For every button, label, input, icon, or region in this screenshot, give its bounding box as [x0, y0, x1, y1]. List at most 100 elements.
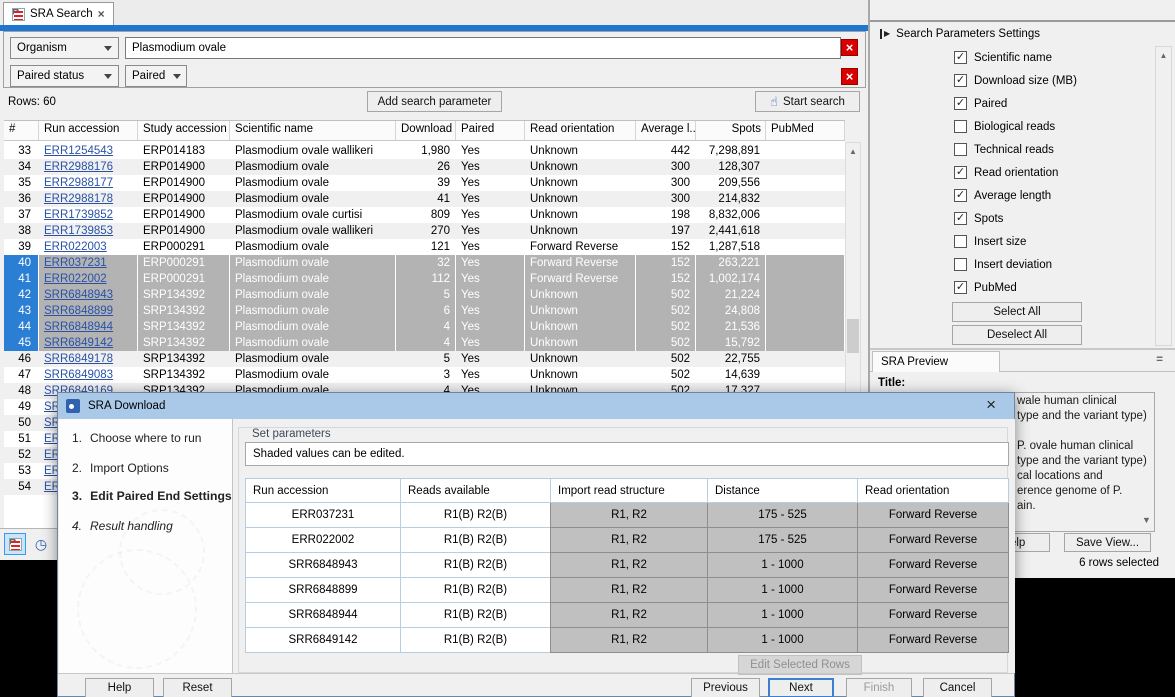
table-row[interactable]: 36ERR2988178ERP014900Plasmodium ovale41Y…: [4, 191, 845, 207]
column-header-download[interactable]: Download ...: [396, 121, 456, 140]
remove-criterion-button[interactable]: ×: [841, 39, 858, 56]
run-accession-link[interactable]: SRR6848943: [44, 289, 113, 301]
dialog-cell-4[interactable]: Forward Reverse: [857, 553, 1009, 578]
dialog-table-row[interactable]: SRR6848943R1(B) R2(B)R1, R21 - 1000Forwa…: [245, 553, 1009, 578]
dialog-table-row[interactable]: SRR6848899R1(B) R2(B)R1, R21 - 1000Forwa…: [245, 578, 1009, 603]
table-row[interactable]: 44SRR6848944SRP134392Plasmodium ovale4Ye…: [4, 319, 845, 335]
column-header-orientation[interactable]: Read orientation: [525, 121, 636, 140]
next-button[interactable]: Next: [768, 678, 834, 697]
run-accession-link[interactable]: ERR022003: [44, 241, 107, 253]
start-search-button[interactable]: ☝ Start search: [755, 91, 860, 112]
settings-scrollbar[interactable]: ▲: [1155, 46, 1172, 346]
dialog-cell-4[interactable]: Forward Reverse: [857, 578, 1009, 603]
organism-value-input[interactable]: Plasmodium ovale: [125, 37, 841, 59]
dialog-cell-4[interactable]: Forward Reverse: [857, 503, 1009, 528]
reset-button[interactable]: Reset: [163, 678, 232, 697]
scroll-up-icon[interactable]: ▲: [1156, 47, 1171, 63]
table-row[interactable]: 46SRR6849178SRP134392Plasmodium ovale5Ye…: [4, 351, 845, 367]
column-header-run[interactable]: Run accession: [39, 121, 138, 140]
table-row[interactable]: 37ERR1739852ERP014900Plasmodium ovale cu…: [4, 207, 845, 223]
dialog-cell-2[interactable]: R1, R2: [550, 628, 707, 653]
column-header-paired[interactable]: Paired: [456, 121, 525, 140]
table-row[interactable]: 41ERR022002ERP000291Plasmodium ovale112Y…: [4, 271, 845, 287]
dialog-cell-2[interactable]: R1, R2: [550, 528, 707, 553]
scroll-down-icon[interactable]: ▼: [1142, 515, 1151, 525]
run-accession-link[interactable]: ERR2988176: [44, 161, 113, 173]
dialog-table-row[interactable]: SRR6848944R1(B) R2(B)R1, R21 - 1000Forwa…: [245, 603, 1009, 628]
run-accession-link[interactable]: SRR6849083: [44, 369, 113, 381]
dialog-cell-3[interactable]: 1 - 1000: [707, 603, 857, 628]
table-row[interactable]: 33ERR1254543ERP014183Plasmodium ovale wa…: [4, 143, 845, 159]
run-accession-link[interactable]: ERR022002: [44, 273, 107, 285]
checkbox-unchecked-icon[interactable]: [954, 235, 967, 248]
table-row[interactable]: 42SRR6848943SRP134392Plasmodium ovale5Ye…: [4, 287, 845, 303]
checkbox-checked-icon[interactable]: ✓: [954, 74, 967, 87]
run-accession-link[interactable]: ERR1739852: [44, 209, 113, 221]
scrollbar-thumb[interactable]: [847, 319, 859, 353]
dialog-cell-3[interactable]: 1 - 1000: [707, 578, 857, 603]
run-accession-link[interactable]: ERR1739853: [44, 225, 113, 237]
paired-value-select[interactable]: Paired: [125, 65, 187, 87]
checkbox-unchecked-icon[interactable]: [954, 143, 967, 156]
dialog-titlebar[interactable]: SRA Download: [58, 393, 1014, 419]
dialog-cell-2[interactable]: R1, R2: [550, 578, 707, 603]
column-header-avg[interactable]: Average l...: [636, 121, 696, 140]
run-accession-link[interactable]: ERR037231: [44, 257, 107, 269]
dialog-close-icon[interactable]: ×: [986, 396, 996, 413]
column-header-pubmed[interactable]: PubMed: [766, 121, 845, 140]
checkbox-unchecked-icon[interactable]: [954, 258, 967, 271]
dialog-cell-3[interactable]: 1 - 1000: [707, 628, 857, 653]
table-row[interactable]: 35ERR2988177ERP014900Plasmodium ovale39Y…: [4, 175, 845, 191]
column-header-study[interactable]: Study accession: [138, 121, 230, 140]
field-select-organism[interactable]: Organism: [10, 37, 119, 59]
cancel-button[interactable]: Cancel: [923, 678, 992, 697]
select-all-button[interactable]: Select All: [952, 302, 1082, 322]
dialog-table-row[interactable]: ERR037231R1(B) R2(B)R1, R2175 - 525Forwa…: [245, 503, 1009, 528]
tab-sra-search[interactable]: SRA Search ×: [3, 2, 114, 25]
dialog-cell-3[interactable]: 175 - 525: [707, 503, 857, 528]
column-header-spots[interactable]: Spots: [696, 121, 766, 140]
previous-button[interactable]: Previous: [691, 678, 760, 697]
add-search-parameter-button[interactable]: Add search parameter: [367, 91, 502, 112]
run-accession-link[interactable]: SRR6849142: [44, 337, 113, 349]
sra-preview-tab[interactable]: SRA Preview: [872, 351, 1000, 372]
column-header-name[interactable]: Scientific name: [230, 121, 396, 140]
dialog-cell-4[interactable]: Forward Reverse: [857, 628, 1009, 653]
minimize-panel-icon[interactable]: =: [1156, 354, 1163, 366]
history-view-icon[interactable]: ◷: [30, 533, 52, 555]
remove-criterion-button[interactable]: ×: [841, 68, 858, 85]
run-accession-link[interactable]: SRR6848944: [44, 321, 113, 333]
dialog-cell-4[interactable]: Forward Reverse: [857, 603, 1009, 628]
deselect-all-button[interactable]: Deselect All: [952, 325, 1082, 345]
checkbox-checked-icon[interactable]: ✓: [954, 166, 967, 179]
run-accession-link[interactable]: ERR2988178: [44, 193, 113, 205]
checkbox-checked-icon[interactable]: ✓: [954, 212, 967, 225]
scroll-up-icon[interactable]: ▲: [846, 143, 860, 159]
dialog-table-row[interactable]: ERR022002R1(B) R2(B)R1, R2175 - 525Forwa…: [245, 528, 1009, 553]
search-parameters-settings-header[interactable]: ▶ Search Parameters Settings: [880, 28, 1040, 40]
tab-close-icon[interactable]: ×: [98, 7, 105, 21]
table-row[interactable]: 47SRR6849083SRP134392Plasmodium ovale3Ye…: [4, 367, 845, 383]
dialog-cell-3[interactable]: 1 - 1000: [707, 553, 857, 578]
table-row[interactable]: 43SRR6848899SRP134392Plasmodium ovale6Ye…: [4, 303, 845, 319]
checkbox-checked-icon[interactable]: ✓: [954, 97, 967, 110]
save-view-button[interactable]: Save View...: [1064, 533, 1151, 552]
dialog-cell-2[interactable]: R1, R2: [550, 553, 707, 578]
field-select-paired-status[interactable]: Paired status: [10, 65, 119, 87]
run-accession-link[interactable]: ERR2988177: [44, 177, 113, 189]
checkbox-unchecked-icon[interactable]: [954, 120, 967, 133]
table-view-icon[interactable]: [4, 533, 26, 555]
run-accession-link[interactable]: SRR6849178: [44, 353, 113, 365]
table-row[interactable]: 38ERR1739853ERP014900Plasmodium ovale wa…: [4, 223, 845, 239]
dialog-cell-4[interactable]: Forward Reverse: [857, 528, 1009, 553]
dialog-cell-3[interactable]: 175 - 525: [707, 528, 857, 553]
table-row[interactable]: 40ERR037231ERP000291Plasmodium ovale32Ye…: [4, 255, 845, 271]
column-header-num[interactable]: #: [4, 121, 39, 140]
dialog-table-row[interactable]: SRR6849142R1(B) R2(B)R1, R21 - 1000Forwa…: [245, 628, 1009, 653]
dialog-cell-2[interactable]: R1, R2: [550, 503, 707, 528]
run-accession-link[interactable]: ERR1254543: [44, 145, 113, 157]
checkbox-checked-icon[interactable]: ✓: [954, 51, 967, 64]
run-accession-link[interactable]: SRR6848899: [44, 305, 113, 317]
dialog-cell-2[interactable]: R1, R2: [550, 603, 707, 628]
help-button[interactable]: Help: [85, 678, 154, 697]
